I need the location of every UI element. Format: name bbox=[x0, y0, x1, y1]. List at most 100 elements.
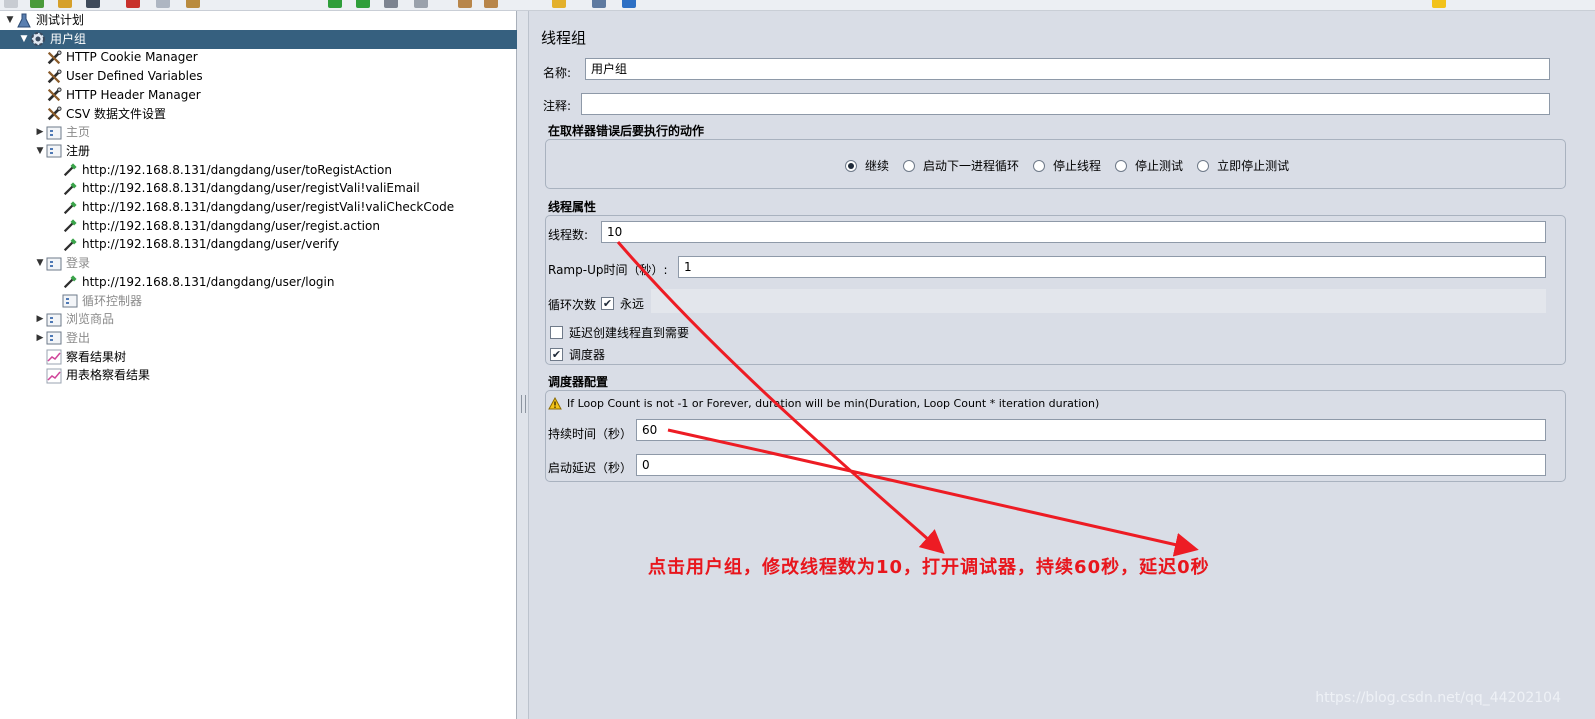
tree-node-label: HTTP Header Manager bbox=[66, 87, 201, 102]
delay-checkbox-box[interactable] bbox=[550, 326, 563, 339]
tree-node-label: 察看结果树 bbox=[66, 349, 127, 364]
rampup-field[interactable]: 1 bbox=[678, 256, 1546, 278]
tree-node-label: http://192.168.8.131/dangdang/user/toReg… bbox=[82, 162, 392, 177]
controller-icon bbox=[46, 312, 62, 328]
tree-node[interactable]: ▼ 测试计划 bbox=[4, 11, 84, 30]
duration-label: 持续时间（秒） bbox=[548, 427, 633, 441]
threads-label: 线程数: bbox=[548, 228, 589, 242]
tree-node[interactable]: HTTP Cookie Manager bbox=[34, 48, 198, 67]
radio-stop-test[interactable]: 停止测试 bbox=[1115, 157, 1183, 174]
tree-node[interactable]: HTTP Header Manager bbox=[34, 86, 201, 105]
comment-field[interactable] bbox=[581, 93, 1550, 115]
radio-continue-indicator[interactable] bbox=[845, 159, 857, 172]
tree-node[interactable]: http://192.168.8.131/dangdang/user/regis… bbox=[50, 217, 380, 236]
tree-node-label: http://192.168.8.131/dangdang/user/regis… bbox=[82, 181, 420, 196]
tree-node[interactable]: http://192.168.8.131/dangdang/user/toReg… bbox=[50, 161, 392, 180]
error-action-options: 继续 启动下一进程循环 停止线程 停止测试 立即停止测试 bbox=[845, 157, 1289, 174]
scheduler-checkbox-box[interactable]: ✔ bbox=[550, 348, 563, 361]
pipette-icon bbox=[62, 218, 78, 234]
tree-toggle-icon[interactable]: ▼ bbox=[34, 142, 46, 161]
forever-checkbox-box[interactable]: ✔ bbox=[601, 297, 614, 310]
tree-node[interactable]: http://192.168.8.131/dangdang/user/regis… bbox=[50, 198, 454, 217]
tree-toggle-icon[interactable]: ▼ bbox=[18, 30, 30, 49]
search-icon[interactable] bbox=[552, 0, 566, 8]
tree-toggle-icon[interactable]: ▼ bbox=[4, 11, 16, 30]
tree-toggle-icon[interactable]: ▶ bbox=[34, 123, 46, 142]
tree-node-label: User Defined Variables bbox=[66, 69, 203, 84]
tree-toggle-icon[interactable]: ▼ bbox=[34, 254, 46, 273]
threads-field[interactable]: 10 bbox=[601, 221, 1546, 243]
annotation-text: 点击用户组，修改线程数为10，打开调试器，持续60秒，延迟0秒 bbox=[648, 557, 1210, 578]
templates-icon[interactable] bbox=[30, 0, 44, 8]
pipette-icon bbox=[62, 200, 78, 216]
tree-node[interactable]: 用表格察看结果 bbox=[34, 366, 150, 385]
new-icon[interactable] bbox=[4, 0, 18, 8]
tree-toggle-icon[interactable]: ▶ bbox=[34, 310, 46, 329]
tree-node[interactable]: ▶ 登出 bbox=[34, 329, 90, 348]
tree-node-label: 循环控制器 bbox=[82, 293, 143, 308]
tree-node[interactable]: ▼ 注册 bbox=[34, 142, 90, 161]
tree-node-label: HTTP Cookie Manager bbox=[66, 50, 198, 65]
radio-stop-test-now[interactable]: 立即停止测试 bbox=[1197, 157, 1289, 174]
clear-all-icon[interactable] bbox=[484, 0, 498, 8]
tree-node[interactable]: ▶ 浏览商品 bbox=[34, 310, 114, 329]
radio-continue-label: 继续 bbox=[865, 159, 890, 173]
scheduler-checkbox[interactable]: ✔ 调度器 bbox=[550, 346, 605, 363]
shutdown-icon[interactable] bbox=[414, 0, 428, 8]
radio-stop-thread[interactable]: 停止线程 bbox=[1033, 157, 1101, 174]
tree-node-label: 用户组 bbox=[50, 31, 87, 46]
save-icon[interactable] bbox=[86, 0, 100, 8]
help-icon[interactable] bbox=[622, 0, 636, 8]
comment-label: 注释: bbox=[543, 99, 572, 113]
tree-node-label: http://192.168.8.131/dangdang/user/login bbox=[82, 274, 335, 289]
stop-icon[interactable] bbox=[384, 0, 398, 8]
tree-node[interactable]: CSV 数据文件设置 bbox=[34, 105, 166, 124]
wrench-icon bbox=[46, 106, 62, 122]
warning-row: If Loop Count is not -1 or Forever, dura… bbox=[548, 397, 1099, 410]
tree-node[interactable]: User Defined Variables bbox=[34, 67, 203, 86]
radio-continue[interactable]: 继续 bbox=[845, 157, 889, 174]
tree-node-label: http://192.168.8.131/dangdang/user/regis… bbox=[82, 200, 455, 214]
name-field[interactable]: 用户组 bbox=[585, 58, 1550, 80]
function-icon[interactable] bbox=[592, 0, 606, 8]
wrench-icon bbox=[46, 69, 62, 85]
radio-start-next-loop-indicator[interactable] bbox=[903, 159, 916, 172]
forever-checkbox[interactable]: ✔ 永远 bbox=[601, 295, 644, 312]
tree-toggle-icon[interactable]: ▶ bbox=[34, 329, 46, 348]
tree-node[interactable]: ▶ 主页 bbox=[34, 123, 90, 142]
scheduler-title: 调度器配置 bbox=[548, 375, 609, 389]
startup-delay-field[interactable]: 0 bbox=[636, 454, 1546, 476]
radio-start-next-loop[interactable]: 启动下一进程循环 bbox=[903, 157, 1019, 174]
open-icon[interactable] bbox=[58, 0, 72, 8]
split-pane-divider[interactable] bbox=[517, 11, 529, 719]
thread-group-panel: 线程组 名称: 用户组 注释: 在取样器错误后要执行的动作 继续 启动下一进程循… bbox=[529, 11, 1595, 719]
startup-delay-label: 启动延迟（秒） bbox=[548, 461, 633, 475]
radio-stop-thread-indicator[interactable] bbox=[1033, 159, 1046, 172]
cut-icon[interactable] bbox=[126, 0, 140, 8]
divider-grip[interactable] bbox=[521, 395, 526, 413]
clear-icon[interactable] bbox=[458, 0, 472, 8]
warning-icon[interactable] bbox=[1432, 0, 1446, 8]
tree-node[interactable]: 察看结果树 bbox=[34, 348, 126, 367]
copy-icon[interactable] bbox=[156, 0, 170, 8]
pipette-icon bbox=[62, 162, 78, 178]
tree-node[interactable]: ▼ 用户组 bbox=[0, 29, 534, 49]
radio-stop-test-indicator[interactable] bbox=[1115, 159, 1128, 172]
graph-icon bbox=[46, 349, 62, 365]
tree-node[interactable]: 循环控制器 bbox=[50, 292, 142, 311]
duration-field[interactable]: 60 bbox=[636, 419, 1546, 441]
tree-node-label: 测试计划 bbox=[36, 13, 85, 27]
controller-icon bbox=[62, 293, 78, 309]
paste-icon[interactable] bbox=[186, 0, 200, 8]
tree-node[interactable]: http://192.168.8.131/dangdang/user/verif… bbox=[50, 235, 339, 254]
delay-thread-creation-checkbox[interactable]: 延迟创建线程直到需要 bbox=[550, 324, 689, 341]
tree-node[interactable]: http://192.168.8.131/dangdang/user/login bbox=[50, 273, 334, 292]
graph-icon bbox=[46, 368, 62, 384]
tree-node[interactable]: http://192.168.8.131/dangdang/user/regis… bbox=[50, 179, 420, 198]
radio-stop-test-now-indicator[interactable] bbox=[1197, 159, 1210, 172]
test-plan-tree[interactable]: ▼ 测试计划 ▼ 用户组 HTTP Cookie Manager User Defined… bbox=[0, 11, 534, 719]
tree-node-label: http://192.168.8.131/dangdang/user/verif… bbox=[82, 237, 340, 252]
start-no-pause-icon[interactable] bbox=[356, 0, 370, 8]
tree-node[interactable]: ▼ 登录 bbox=[34, 254, 90, 273]
start-icon[interactable] bbox=[328, 0, 342, 8]
